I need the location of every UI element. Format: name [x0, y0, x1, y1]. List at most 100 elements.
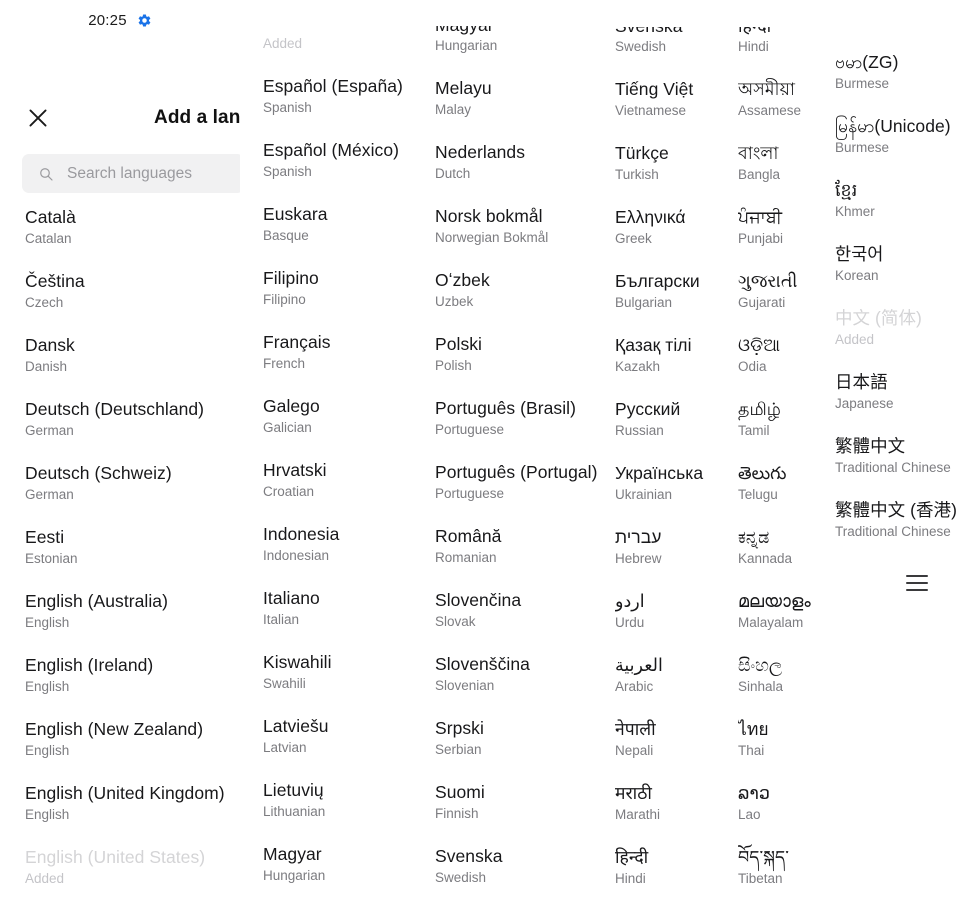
list-item[interactable]: Srpski Serbian: [435, 717, 603, 759]
list-item[interactable]: Türkçe Turkish: [615, 142, 730, 184]
list-item[interactable]: বাংলা Bangla: [738, 142, 828, 184]
list-item[interactable]: ខ្មែរ Khmer: [835, 179, 960, 221]
list-item[interactable]: Български Bulgarian: [615, 270, 730, 312]
list-item[interactable]: Dansk Danish: [25, 334, 240, 376]
language-native-name: ಕನ್ನಡ: [738, 527, 770, 547]
list-item[interactable]: Hrvatski Croatian: [263, 459, 433, 501]
list-item[interactable]: Latviešu Latvian: [263, 715, 433, 757]
list-item[interactable]: తెలుగు Telugu: [738, 462, 828, 504]
language-english-name: Latvian: [263, 740, 307, 755]
list-item[interactable]: 日本語 Japanese: [835, 371, 960, 413]
list-item[interactable]: தமிழ் Tamil: [738, 398, 828, 440]
language-native-name: Қазақ тілі: [615, 335, 692, 355]
list-item[interactable]: Tiếng Việt Vietnamese: [615, 78, 730, 120]
search-placeholder: Search languages: [67, 164, 192, 182]
language-english-name: Bangla: [738, 167, 781, 182]
list-item[interactable]: བོད་སྐད་ Tibetan: [738, 846, 828, 888]
list-item[interactable]: English (Ireland) English: [25, 654, 240, 696]
list-item[interactable]: हिन्दी Hindi: [615, 846, 730, 888]
list-item[interactable]: Português (Portugal) Portuguese: [435, 461, 603, 503]
list-item[interactable]: ਪੰਜਾਬੀ Punjabi: [738, 206, 828, 248]
list-item[interactable]: עברית Hebrew: [615, 526, 730, 568]
list-item-clipped[interactable]: Svenska: [615, 27, 730, 37]
language-native-name: Magyar: [435, 26, 494, 36]
list-item[interactable]: Español (España) Spanish: [263, 75, 433, 117]
list-item[interactable]: English (Australia) English: [25, 590, 240, 632]
list-item[interactable]: English (New Zealand) English: [25, 718, 240, 760]
list-item-clipped[interactable]: हिन्दी: [738, 27, 828, 37]
language-native-name: Galego: [263, 396, 320, 416]
list-item[interactable]: සිංහල Sinhala: [738, 654, 828, 696]
hamburger-icon[interactable]: [906, 575, 928, 592]
list-item[interactable]: Nederlands Dutch: [435, 141, 603, 183]
language-list-column-3: Magyar Hungarian Melayu Malay Nederlands Dutc…: [435, 26, 603, 907]
list-item[interactable]: ಕನ್ನಡ Kannada: [738, 526, 828, 568]
list-item[interactable]: Svenska Swedish: [435, 845, 603, 887]
language-english-name: Hebrew: [615, 551, 662, 566]
list-item[interactable]: Magyar Hungarian: [263, 843, 433, 885]
list-item[interactable]: Português (Brasil) Portuguese: [435, 397, 603, 439]
list-item[interactable]: اردو Urdu: [615, 590, 730, 632]
list-item[interactable]: Čeština Czech: [25, 270, 240, 312]
list-item: 中文 (简体) Added: [835, 307, 960, 349]
language-native-name: Français: [263, 332, 331, 352]
list-item[interactable]: Suomi Finnish: [435, 781, 603, 823]
list-item[interactable]: ગુજરાતી Gujarati: [738, 270, 828, 312]
language-native-name: ଓଡ଼ିଆ: [738, 335, 781, 355]
list-item[interactable]: Melayu Malay: [435, 77, 603, 119]
language-english-name: Polish: [435, 358, 472, 373]
list-item[interactable]: 繁體中文 Traditional Chinese: [835, 435, 960, 477]
list-item[interactable]: ລາວ Lao: [738, 782, 828, 824]
list-item[interactable]: मराठी Marathi: [615, 782, 730, 824]
language-native-name: বাংলা: [738, 143, 779, 163]
list-item[interactable]: Русский Russian: [615, 398, 730, 440]
language-english-name: Hungarian: [435, 38, 498, 53]
list-item[interactable]: Polski Polish: [435, 333, 603, 375]
list-item[interactable]: Slovenčina Slovak: [435, 589, 603, 631]
list-item[interactable]: Norsk bokmål Norwegian Bokmål: [435, 205, 603, 247]
list-item[interactable]: Deutsch (Deutschland) German: [25, 398, 240, 440]
language-native-name: मराठी: [615, 783, 653, 803]
close-icon[interactable]: [25, 105, 51, 131]
language-native-name: Srpski: [435, 718, 484, 738]
gear-icon[interactable]: [137, 13, 152, 28]
list-item[interactable]: English (United Kingdom) English: [25, 782, 240, 824]
list-item[interactable]: Lietuvių Lithuanian: [263, 779, 433, 821]
list-item[interactable]: Қазақ тілі Kazakh: [615, 334, 730, 376]
list-item[interactable]: Français French: [263, 331, 433, 373]
search-input[interactable]: Search languages: [22, 154, 240, 193]
list-item[interactable]: ଓଡ଼ିଆ Odia: [738, 334, 828, 376]
list-item[interactable]: ဗမာ(ZG) Burmese: [835, 51, 960, 93]
list-item[interactable]: العربية Arabic: [615, 654, 730, 696]
status-bar-clock: 20:25: [88, 11, 127, 29]
list-item[interactable]: Español (México) Spanish: [263, 139, 433, 181]
list-item[interactable]: Kiswahili Swahili: [263, 651, 433, 693]
list-item[interactable]: 한국어 Korean: [835, 243, 960, 285]
list-item[interactable]: Filipino Filipino: [263, 267, 433, 309]
list-item[interactable]: ไทย Thai: [738, 718, 828, 760]
list-item-clipped[interactable]: Magyar: [435, 26, 603, 36]
language-native-name: Euskara: [263, 204, 328, 224]
list-item[interactable]: Català Catalan: [25, 206, 240, 248]
list-item[interactable]: Eesti Estonian: [25, 526, 240, 568]
list-item[interactable]: Română Romanian: [435, 525, 603, 567]
list-item[interactable]: Українська Ukrainian: [615, 462, 730, 504]
list-item[interactable]: Oʻzbek Uzbek: [435, 269, 603, 311]
list-item[interactable]: മലയാളം Malayalam: [738, 590, 828, 632]
list-item[interactable]: Euskara Basque: [263, 203, 433, 245]
list-item[interactable]: नेपाली Nepali: [615, 718, 730, 760]
list-item[interactable]: Deutsch (Schweiz) German: [25, 462, 240, 504]
language-english-name: Czech: [25, 295, 64, 310]
list-item[interactable]: 繁體中文 (香港) Traditional Chinese: [835, 499, 960, 541]
list-item[interactable]: မြန်မာ(Unicode) Burmese: [835, 115, 960, 157]
list-item[interactable]: অসমীয়া Assamese: [738, 78, 828, 120]
language-native-name: Ελληνικά: [615, 207, 686, 227]
list-item[interactable]: Slovenščina Slovenian: [435, 653, 603, 695]
language-english-name: Korean: [835, 268, 879, 283]
language-english-name: Turkish: [615, 167, 659, 182]
list-item[interactable]: Indonesia Indonesian: [263, 523, 433, 565]
list-item[interactable]: Ελληνικά Greek: [615, 206, 730, 248]
list-item[interactable]: Galego Galician: [263, 395, 433, 437]
language-english-name: Spanish: [263, 164, 312, 179]
list-item[interactable]: Italiano Italian: [263, 587, 433, 629]
